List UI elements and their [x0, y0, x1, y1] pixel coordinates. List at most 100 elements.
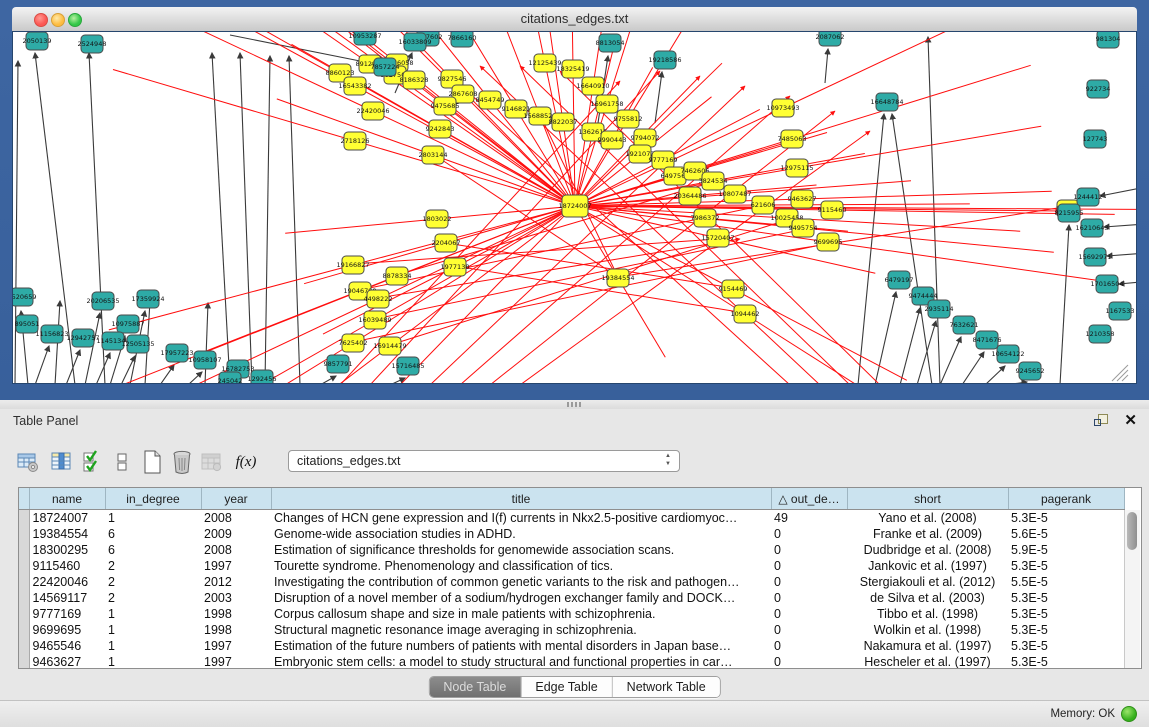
graph-node[interactable]: 1803022: [423, 210, 452, 228]
graph-node[interactable]: 2803144: [419, 146, 448, 164]
node-table[interactable]: namein_degreeyeartitle△ out_de…shortpage…: [19, 488, 1125, 669]
select-column-button[interactable]: [48, 447, 76, 477]
graph-node[interactable]: 11156823: [35, 325, 68, 343]
graph-node[interactable]: 8878334: [383, 267, 412, 285]
select-rows-button[interactable]: [78, 447, 106, 477]
tab-edge-table[interactable]: Edge Table: [521, 677, 612, 697]
graph-node[interactable]: 981304: [1096, 32, 1121, 48]
graph-node[interactable]: 2718126: [341, 132, 370, 150]
graph-node[interactable]: 2087062: [816, 32, 845, 46]
graph-node[interactable]: 9857791: [324, 355, 353, 373]
table-row[interactable]: 946554611997Estimation of the future num…: [19, 638, 1124, 654]
graph-node[interactable]: 1244412: [1074, 188, 1103, 206]
graph-node[interactable]: 4498222: [364, 290, 393, 308]
tab-node-table[interactable]: Node Table: [429, 677, 521, 697]
graph-node[interactable]: 1094462: [731, 305, 760, 323]
scrollbar-thumb[interactable]: [1127, 512, 1137, 550]
graph-node[interactable]: 895051: [15, 315, 40, 333]
graph-node[interactable]: 10975887: [111, 315, 144, 333]
graph-node[interactable]: 922734: [1086, 80, 1111, 98]
splitter-grip[interactable]: [567, 402, 581, 407]
graph-node[interactable]: 7625402: [339, 334, 368, 352]
table-row[interactable]: 911546021997Tourette syndrome. Phenomeno…: [19, 558, 1124, 574]
row-height-button[interactable]: [108, 447, 136, 477]
graph-node[interactable]: 1292456: [248, 370, 277, 383]
graph-node[interactable]: 16914479: [373, 337, 406, 355]
graph-node[interactable]: 9242843: [426, 120, 455, 138]
table-selector-dropdown[interactable]: citations_edges.txt ▲▼: [288, 450, 680, 472]
graph-node[interactable]: 19166827: [336, 256, 369, 274]
hub-node[interactable]: 18724007: [558, 195, 591, 217]
new-table-button[interactable]: [138, 447, 166, 477]
table-row[interactable]: 969969511998Structural magnetic resonanc…: [19, 622, 1124, 638]
graph-node[interactable]: 9990443: [598, 131, 627, 149]
graph-node[interactable]: 8813054: [596, 34, 625, 52]
panel-splitter[interactable]: [0, 400, 1149, 409]
graph-node[interactable]: 9755812: [614, 110, 643, 128]
graph-node[interactable]: 9115460: [818, 201, 847, 219]
graph-node[interactable]: 20206535: [86, 292, 119, 310]
graph-node[interactable]: 8186328: [400, 71, 429, 89]
memory-status-icon[interactable]: [1121, 706, 1137, 722]
graph-node[interactable]: 2524948: [78, 35, 107, 53]
graph-node[interactable]: 17016504: [1090, 275, 1123, 293]
graph-node[interactable]: 12975115: [780, 159, 813, 177]
column-header-name[interactable]: name: [29, 488, 105, 510]
graph-node[interactable]: 2204067: [432, 234, 461, 252]
table-row[interactable]: 1830029562008Estimation of significance …: [19, 542, 1124, 558]
function-builder-button[interactable]: f(x): [232, 447, 260, 477]
graph-node[interactable]: 12942757: [66, 329, 99, 347]
graph-node[interactable]: 2050139: [23, 32, 52, 50]
column-header-title[interactable]: title: [271, 488, 771, 510]
graph-node[interactable]: 8471676: [973, 331, 1002, 349]
graph-node[interactable]: 7485063: [778, 130, 807, 148]
graph-node[interactable]: 7632621: [950, 316, 979, 334]
graph-node[interactable]: 1977138: [441, 258, 470, 276]
graph-node[interactable]: 9245652: [1016, 362, 1045, 380]
graph-node[interactable]: 8822037: [549, 113, 578, 131]
network-canvas[interactable]: 8860123891295418226058982750816543382818…: [12, 31, 1137, 384]
graph-node[interactable]: 15692971: [1078, 248, 1111, 266]
graph-node[interactable]: 8454749: [476, 91, 505, 109]
graph-node[interactable]: 16648784: [870, 93, 903, 111]
tab-network-table[interactable]: Network Table: [613, 677, 720, 697]
delete-table-button[interactable]: [168, 447, 196, 477]
table-row[interactable]: 946362711997Embryonic stem cells: a mode…: [19, 654, 1124, 669]
graph-node[interactable]: 9777169: [649, 151, 678, 169]
graph-node[interactable]: 7866160: [448, 32, 477, 47]
column-header-short[interactable]: short: [847, 488, 1008, 510]
graph-node[interactable]: 17359924: [131, 290, 164, 308]
graph-node[interactable]: 10953287: [348, 32, 381, 45]
graph-node[interactable]: 1210358: [1086, 325, 1115, 343]
graph-node[interactable]: 9475685: [431, 97, 460, 115]
graph-node[interactable]: 7986372: [691, 209, 720, 227]
table-settings-button[interactable]: [14, 447, 42, 477]
float-panel-icon[interactable]: [1094, 414, 1109, 428]
close-panel-icon[interactable]: ✕: [1124, 411, 1137, 429]
table-vertical-scrollbar[interactable]: [1124, 510, 1140, 668]
table-row[interactable]: 1456911722003Disruption of a novel membe…: [19, 590, 1124, 606]
graph-node[interactable]: 1167533: [1106, 302, 1135, 320]
graph-node[interactable]: 9463627: [788, 190, 817, 208]
table-row[interactable]: 2242004622012Investigating the contribut…: [19, 574, 1124, 590]
network-window-titlebar[interactable]: citations_edges.txt: [12, 7, 1137, 32]
graph-node[interactable]: 6479197: [885, 271, 914, 289]
graph-node[interactable]: 621606: [751, 196, 776, 214]
graph-node[interactable]: 7857224: [371, 58, 400, 76]
graph-node[interactable]: 9794072: [631, 129, 660, 147]
graph-node[interactable]: 3824534: [699, 172, 728, 190]
column-header-out_de[interactable]: △ out_de…: [771, 488, 847, 510]
graph-node[interactable]: 22420046: [356, 102, 389, 120]
column-header-pagerank[interactable]: pagerank: [1008, 488, 1124, 510]
table-row[interactable]: 1872400712008Changes of HCN gene express…: [19, 510, 1124, 527]
graph-node[interactable]: 9495754: [789, 219, 818, 237]
column-header-year[interactable]: year: [201, 488, 271, 510]
graph-node[interactable]: 2935114: [925, 300, 954, 318]
graph-node[interactable]: 245042: [218, 372, 243, 383]
graph-node[interactable]: 10973493: [766, 99, 799, 117]
graph-node[interactable]: 16210643: [1075, 219, 1108, 237]
graph-node[interactable]: 9699695: [814, 233, 843, 251]
table-row[interactable]: 977716911998Corpus callosum shape and si…: [19, 606, 1124, 622]
graph-node[interactable]: 8215955: [1055, 204, 1084, 222]
graph-node[interactable]: 15716485: [391, 357, 424, 375]
